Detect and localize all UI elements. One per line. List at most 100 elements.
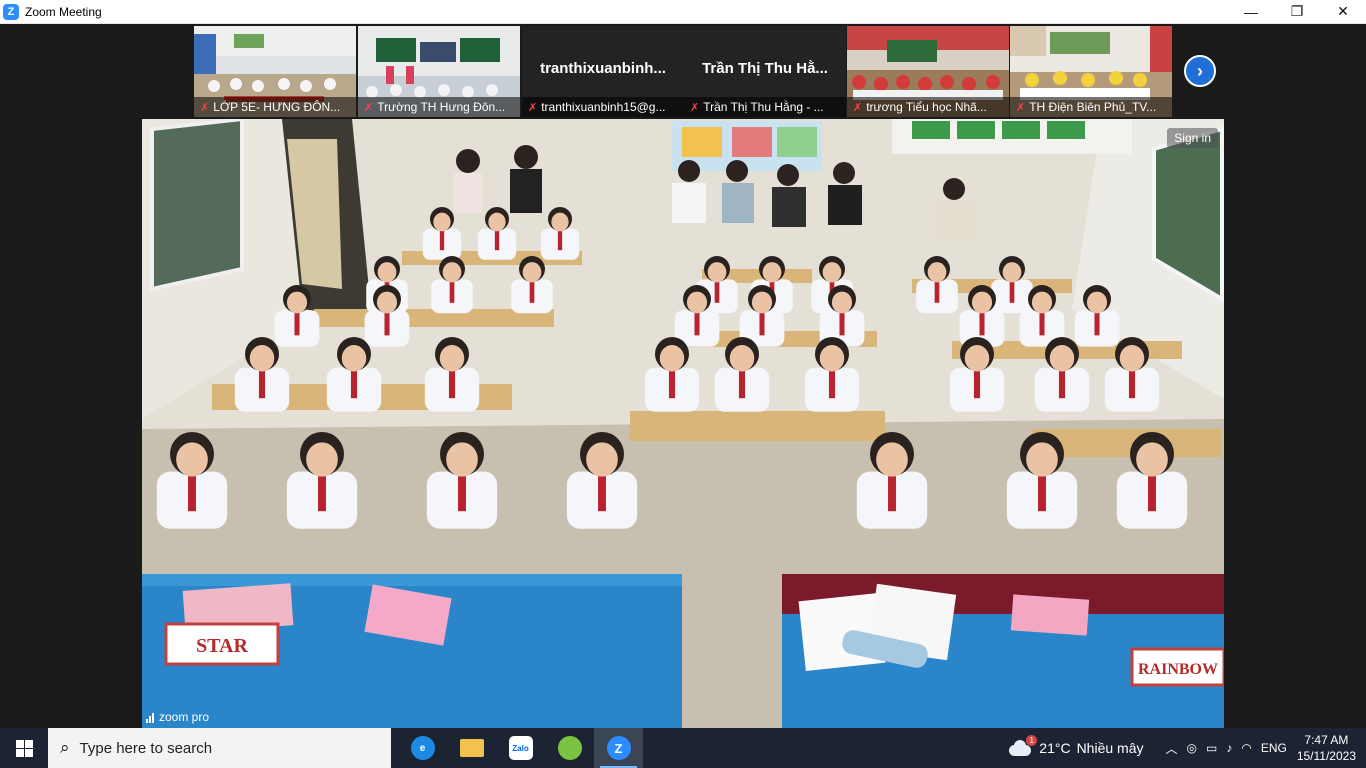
student-face — [762, 262, 782, 283]
close-button[interactable]: ✕ — [1320, 0, 1366, 23]
student-tie — [888, 476, 896, 512]
participant-label: ✗ Trần Thị Thu Hằng - ... — [684, 97, 846, 117]
student-face — [376, 291, 398, 314]
taskbar-apps: e Zalo Z — [398, 728, 643, 768]
next-page-button[interactable]: › — [1184, 55, 1216, 87]
student-face — [176, 442, 208, 477]
student-tie — [973, 371, 981, 399]
student-face — [822, 262, 842, 283]
sign-in-button[interactable]: Sign in — [1167, 128, 1218, 148]
search-icon: ⌕ — [60, 738, 70, 757]
participant-tile[interactable]: ✗ TH Điện Biên Phủ_TV... — [1010, 26, 1172, 117]
zalo-icon: Zalo — [508, 736, 533, 760]
student-face — [707, 262, 727, 283]
participant-tile[interactable]: ✗ trương Tiểu học Nhã... — [847, 26, 1009, 117]
student-face — [876, 442, 908, 477]
student-tie — [714, 282, 720, 303]
start-button[interactable] — [0, 728, 48, 768]
taskbar-app-coc-coc[interactable] — [545, 728, 594, 768]
student-face — [686, 291, 708, 314]
mic-muted-icon: ✗ — [690, 101, 700, 114]
student-face — [1086, 291, 1108, 314]
taskbar-clock[interactable]: 7:47 AM 15/11/2023 — [1297, 732, 1356, 764]
tray-icons: ︿ ◎ ▭ ♪ ◠ ENG — [1165, 740, 1286, 757]
taskbar-app-edge[interactable]: e — [398, 728, 447, 768]
desk-sign-rainbow: RAINBOW — [1130, 647, 1224, 687]
weather-widget[interactable]: 1 21°C Nhiều mây — [1007, 735, 1143, 757]
student-tie — [979, 313, 985, 336]
classroom-video-frame: STAR RAINBOW — [142, 119, 1224, 729]
student-face — [1026, 442, 1058, 477]
participant-label: ✗ tranthixuanbinh15@g... — [522, 97, 684, 117]
connection-indicator: zoom pro — [146, 710, 209, 724]
participant-label: ✗ TH Điện Biên Phủ_TV... — [1010, 97, 1172, 117]
battery-icon[interactable]: ▭ — [1206, 741, 1217, 755]
wifi-icon[interactable]: ◠ — [1241, 741, 1251, 755]
volume-icon[interactable]: ♪ — [1226, 741, 1232, 755]
participant-tile[interactable]: Trần Thị Thu Hằ... ✗ Trần Thị Thu Hằng - … — [684, 26, 846, 117]
taskbar-app-file-explorer[interactable] — [447, 728, 496, 768]
student-tie — [188, 476, 196, 512]
student-tie — [759, 313, 765, 336]
coc-coc-icon — [557, 736, 582, 760]
participant-label: ✗ LỚP 5E- HƯNG ĐÔN... — [194, 97, 356, 117]
active-speaker-video: STAR RAINBOW Sign in — [142, 119, 1224, 729]
student-face — [306, 442, 338, 477]
student-face — [1002, 262, 1022, 283]
mic-muted-icon: ✗ — [364, 101, 374, 114]
student-face — [964, 344, 990, 372]
taskbar-app-zalo[interactable]: Zalo — [496, 728, 545, 768]
cloud-icon: 1 — [1007, 735, 1038, 757]
participant-tile[interactable]: ✗ LỚP 5E- HƯNG ĐÔN... — [194, 26, 356, 117]
chevron-right-icon: › — [1197, 60, 1203, 81]
student-tie — [1058, 371, 1066, 399]
clock-date: 15/11/2023 — [1296, 749, 1356, 763]
system-tray: 1 21°C Nhiều mây ︿ ◎ ▭ ♪ ◠ ENG 7:47 AM 1… — [1007, 728, 1366, 768]
student-face — [488, 212, 506, 232]
student-tie — [494, 231, 500, 251]
participant-tile[interactable]: ✗ Trường TH Hưng Đôn... — [358, 26, 520, 117]
taskbar-app-zoom[interactable]: Z — [594, 728, 643, 768]
mic-muted-icon: ✗ — [1016, 101, 1026, 114]
signal-bars-icon — [146, 712, 154, 723]
student-tie — [294, 313, 300, 336]
weather-badge: 1 — [1026, 735, 1038, 746]
student-face — [433, 212, 451, 232]
svg-text:STAR: STAR — [196, 635, 248, 657]
windows-logo-icon — [15, 739, 33, 757]
student-tie — [694, 313, 700, 336]
student-tie — [1039, 313, 1045, 336]
student-face — [442, 262, 462, 283]
student-tie — [668, 371, 676, 399]
student-face — [286, 291, 308, 314]
language-indicator[interactable]: ENG — [1261, 741, 1287, 755]
student-face — [819, 344, 845, 372]
search-placeholder: Type here to search — [79, 739, 213, 757]
windows-taskbar: ⌕ Type here to search e Zalo Z 1 21°C Nh… — [0, 728, 1366, 768]
meet-now-icon[interactable]: ◎ — [1187, 741, 1197, 755]
minimize-button[interactable]: — — [1228, 0, 1274, 23]
weather-temp: 21°C — [1039, 740, 1071, 756]
student-tie — [1148, 476, 1156, 512]
student-face — [551, 212, 569, 232]
connection-label: zoom pro — [159, 710, 210, 724]
student-tie — [557, 231, 563, 251]
student-tie — [529, 282, 535, 303]
chevron-up-icon[interactable]: ︿ — [1165, 740, 1177, 757]
restore-button[interactable]: ❐ — [1274, 0, 1320, 23]
student-tie — [934, 282, 940, 303]
student-face — [377, 262, 397, 283]
student-face — [1136, 442, 1168, 477]
student-face — [927, 262, 947, 283]
edge-icon: e — [410, 736, 435, 760]
student-face — [439, 344, 465, 372]
svg-text:RAINBOW: RAINBOW — [1138, 661, 1218, 678]
taskbar-search-box[interactable]: ⌕ Type here to search — [48, 728, 391, 768]
student-tie — [1094, 313, 1100, 336]
title-bar: Z Zoom Meeting — ❐ ✕ — [0, 0, 1366, 24]
student-tie — [1128, 371, 1136, 399]
participant-tile[interactable]: tranthixuanbinh... ✗ tranthixuanbinh15@g.… — [522, 26, 684, 117]
student-face — [249, 344, 275, 372]
student-tie — [318, 476, 326, 512]
zoom-icon: Z — [606, 736, 631, 760]
